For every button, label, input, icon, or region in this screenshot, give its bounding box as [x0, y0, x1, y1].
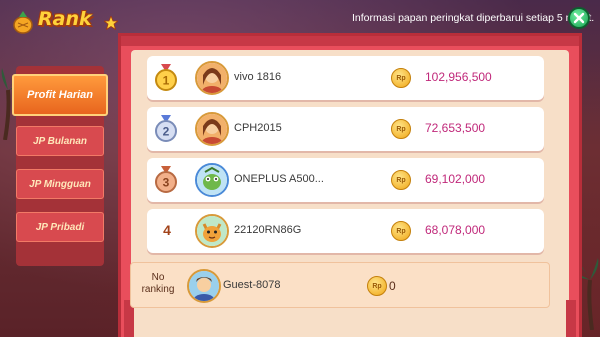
my-rank-status: No ranking [141, 272, 175, 295]
leaderboard-row: 4 22120RN86G Rp 68,078,000 [147, 209, 544, 253]
bronze-medal-icon: 3 [155, 166, 177, 193]
coin-icon: Rp [391, 119, 411, 139]
coin-icon: Rp [367, 276, 387, 296]
coin-icon: Rp [391, 170, 411, 190]
player-score: 102,956,500 [425, 70, 492, 84]
page-title: Rank [38, 8, 92, 30]
board-top-bar [121, 36, 579, 46]
category-tabs: Profit Harian JP Bulanan JP Mingguan JP … [12, 60, 108, 260]
my-ranking-row: No ranking Guest-8078 Rp 0 [130, 262, 550, 308]
player-score: 68,078,000 [425, 223, 486, 237]
leaderboard-row: 1 vivo 1816 Rp 102,956,500 [147, 56, 544, 100]
rank-number: 1 [163, 74, 170, 88]
coin-icon: Rp [391, 68, 411, 88]
star-icon [104, 16, 118, 30]
player-score: 69,102,000 [425, 172, 486, 186]
pineapple-icon [13, 11, 33, 34]
tab-jp-mingguan[interactable]: JP Mingguan [16, 169, 104, 199]
avatar [195, 214, 229, 248]
avatar [195, 112, 229, 146]
tab-profit-harian[interactable]: Profit Harian [12, 74, 108, 116]
close-button[interactable] [568, 7, 590, 29]
avatar [187, 269, 221, 303]
avatar [195, 61, 229, 95]
leaderboard-row: 2 CPH2015 Rp 72,653,500 [147, 107, 544, 151]
tab-jp-pribadi[interactable]: JP Pribadi [16, 212, 104, 242]
my-score: 0 [389, 279, 396, 293]
player-score: 72,653,500 [425, 121, 486, 135]
gold-medal-icon: 1 [155, 64, 177, 91]
player-name: CPH2015 [234, 122, 282, 134]
player-name: vivo 1816 [234, 71, 282, 83]
update-notice: Informasi papan peringkat diperbarui set… [352, 12, 595, 24]
rank-number: 3 [163, 176, 170, 190]
rank-logo: Rank [8, 6, 120, 38]
rank-number: 4 [163, 222, 171, 238]
board-post [566, 300, 576, 337]
silver-medal-icon: 2 [155, 115, 177, 142]
player-name: ONEPLUS A500... [234, 173, 324, 185]
my-player-name: Guest-8078 [223, 279, 281, 291]
rank-number: 2 [163, 125, 170, 139]
coin-icon: Rp [391, 221, 411, 241]
close-icon [573, 12, 585, 24]
player-name: 22120RN86G [234, 224, 302, 236]
leaderboard-row: 3 ONEPLUS A500... Rp 69,102,000 [147, 158, 544, 202]
avatar [195, 163, 229, 197]
tab-jp-bulanan[interactable]: JP Bulanan [16, 126, 104, 156]
